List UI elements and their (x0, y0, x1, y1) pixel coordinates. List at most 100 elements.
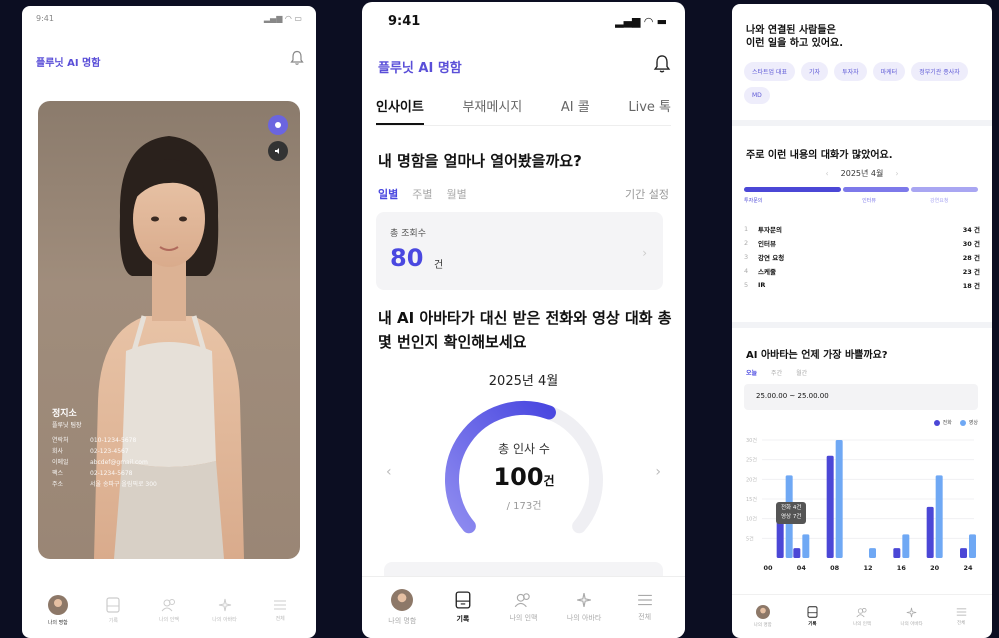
info-row: 연락처 010-1234-5678 (52, 437, 137, 444)
app-title: 플루닛 AI 명함 (36, 58, 101, 69)
tab-my-card[interactable]: 나의 명함 (374, 589, 430, 626)
occupation-chips: 스타트업 대표 기자 투자자 마케터 정부기관 종사자 MD (744, 62, 972, 104)
bar-call[interactable] (960, 548, 967, 558)
bar-call[interactable] (893, 548, 901, 558)
menu-icon (637, 594, 652, 606)
x-tick-label: 04 (797, 564, 807, 572)
tab-records[interactable]: 기록 (91, 596, 135, 624)
chevron-right-icon[interactable]: › (895, 169, 898, 178)
tab-all[interactable]: 전체 (258, 599, 302, 622)
bar-video[interactable] (935, 475, 943, 558)
chip[interactable]: MD (744, 87, 770, 104)
bar-call[interactable] (826, 455, 834, 558)
month-label: 2025년 4월 (488, 374, 559, 389)
tab-network[interactable]: 나의 인맥 (842, 607, 882, 627)
tab-all[interactable]: 전체 (617, 593, 673, 622)
period-monthly[interactable]: 월간 (796, 368, 807, 377)
bell-icon[interactable] (653, 54, 671, 78)
tab-records[interactable]: 기록 (792, 606, 832, 627)
chevron-right-icon: › (642, 246, 647, 260)
gauge-total: / 173건 (506, 501, 542, 512)
chevron-left-icon[interactable]: ‹ (825, 169, 828, 178)
menu-icon (956, 608, 966, 616)
section-title-occupations: 나와 연결된 사람들은 이런 일을 하고 있어요. (746, 25, 844, 49)
gauge-value: 100 (493, 463, 544, 491)
period-weekly[interactable]: 주간 (771, 368, 782, 377)
gauge-unit: 건 (543, 474, 555, 488)
tab-ai-call[interactable]: AI 콜 (561, 94, 590, 125)
chip[interactable]: 투자자 (834, 62, 867, 81)
period-setting-button[interactable]: 기간 설정 (625, 186, 669, 202)
y-tick-label: 25건 (746, 457, 757, 464)
profile-role: 플루닛 팀장 (52, 422, 82, 429)
y-tick-label: 30건 (746, 437, 757, 444)
bar-video[interactable] (969, 534, 976, 558)
tab-absence-message[interactable]: 부재메시지 (462, 94, 522, 125)
chip[interactable]: 기자 (801, 62, 829, 81)
tab-all[interactable]: 전체 (941, 607, 981, 626)
y-tick-label: 20건 (746, 476, 757, 483)
topic-progress-labels: 투자문의 인터뷰 강연요청 (744, 197, 978, 207)
tab-my-avatar[interactable]: 나의 아바타 (203, 598, 247, 623)
period-today[interactable]: 오늘 (746, 368, 757, 377)
sound-button[interactable] (268, 141, 288, 161)
chip[interactable]: 스타트업 대표 (744, 62, 796, 81)
tab-insight[interactable]: 인사이트 (376, 94, 424, 125)
list-item: 2 인터뷰 30 건 (744, 239, 980, 248)
section-title-views: 내 명함을 얼마나 열어봤을까요? (378, 152, 582, 170)
document-icon (455, 591, 471, 609)
gauge-label: 총 인사 수 (498, 442, 550, 456)
tab-my-avatar[interactable]: 나의 아바타 (556, 592, 612, 623)
tab-records[interactable]: 기록 (435, 591, 491, 624)
menu-icon (274, 600, 287, 609)
chart-tooltip: 전화 4건 영상 7건 (776, 502, 807, 524)
progress-segment (842, 187, 910, 192)
status-time: 9:41 (36, 14, 54, 23)
topic-list: 1 투자문의 34 건 2 인터뷰 30 건 3 강연 요청 28 건 4 스케줄 23 건 5… (744, 222, 980, 292)
period-tabs: 오늘 주간 월간 (746, 368, 807, 377)
bar-call[interactable] (926, 506, 934, 558)
x-tick-label: 20 (930, 564, 940, 572)
video-button[interactable] (268, 115, 288, 135)
tab-network[interactable]: 나의 인맥 (495, 592, 551, 623)
x-tick-label: 12 (863, 564, 872, 572)
period-weekly[interactable]: 주별 (412, 186, 432, 202)
avatar (47, 594, 68, 615)
period-daily[interactable]: 일별 (378, 186, 398, 202)
insight-tabs: 인사이트 부재메시지 AI 콜 Live 톡 (376, 94, 671, 126)
progress-label: 인터뷰 (862, 198, 876, 204)
people-icon (161, 598, 175, 611)
total-views-card[interactable]: 총 조회수 80 건 › (376, 212, 663, 290)
period-monthly[interactable]: 월별 (447, 186, 467, 202)
screen-network-stats: 나와 연결된 사람들은 이런 일을 하고 있어요. 스타트업 대표 기자 투자자… (732, 4, 992, 638)
y-tick-label: 10건 (746, 516, 757, 523)
bar-video[interactable] (869, 548, 876, 558)
section-title-topics: 주로 이런 내용의 대화가 많았어요. (746, 150, 893, 161)
tab-my-card[interactable]: 나의 명함 (743, 605, 783, 628)
bar-call[interactable] (793, 548, 801, 558)
bar-video[interactable] (802, 534, 810, 558)
people-icon (856, 607, 867, 617)
list-item: 3 강연 요청 28 건 (744, 253, 980, 262)
tab-my-avatar[interactable]: 나의 아바타 (892, 607, 932, 627)
profile-info: 정지소 플루닛 팀장 연락처 010-1234-5678 회사 02-123-456… (52, 409, 290, 490)
chevron-right-icon[interactable]: › (655, 464, 661, 480)
total-views-value: 80 (390, 244, 424, 272)
bar-video[interactable] (835, 440, 843, 558)
tab-my-card[interactable]: 나의 명함 (36, 594, 80, 626)
tab-live-talk[interactable]: Live 톡 (628, 94, 671, 125)
progress-segment (911, 187, 978, 192)
chip[interactable]: 정부기관 종사자 (911, 62, 968, 81)
screen-business-card: 9:41 ▂▄▆ ◠ ▭ 플루닛 AI 명함 정지소 플루닛 팀장 연락처 01… (22, 6, 316, 638)
sparkle-icon (906, 607, 917, 617)
bell-icon[interactable] (290, 50, 304, 70)
progress-label: 투자문의 (744, 198, 763, 204)
bar-video[interactable] (902, 534, 910, 558)
avatar-photo[interactable]: 정지소 플루닛 팀장 연락처 010-1234-5678 회사 02-123-456… (38, 101, 300, 559)
document-icon (106, 596, 120, 613)
tab-network[interactable]: 나의 인맥 (147, 598, 191, 623)
chevron-left-icon[interactable]: ‹ (386, 464, 392, 480)
date-range-field[interactable]: 25.00.00 ~ 25.00.00 (744, 384, 978, 410)
list-item: 4 스케줄 23 건 (744, 267, 980, 276)
chip[interactable]: 마케터 (872, 62, 906, 81)
